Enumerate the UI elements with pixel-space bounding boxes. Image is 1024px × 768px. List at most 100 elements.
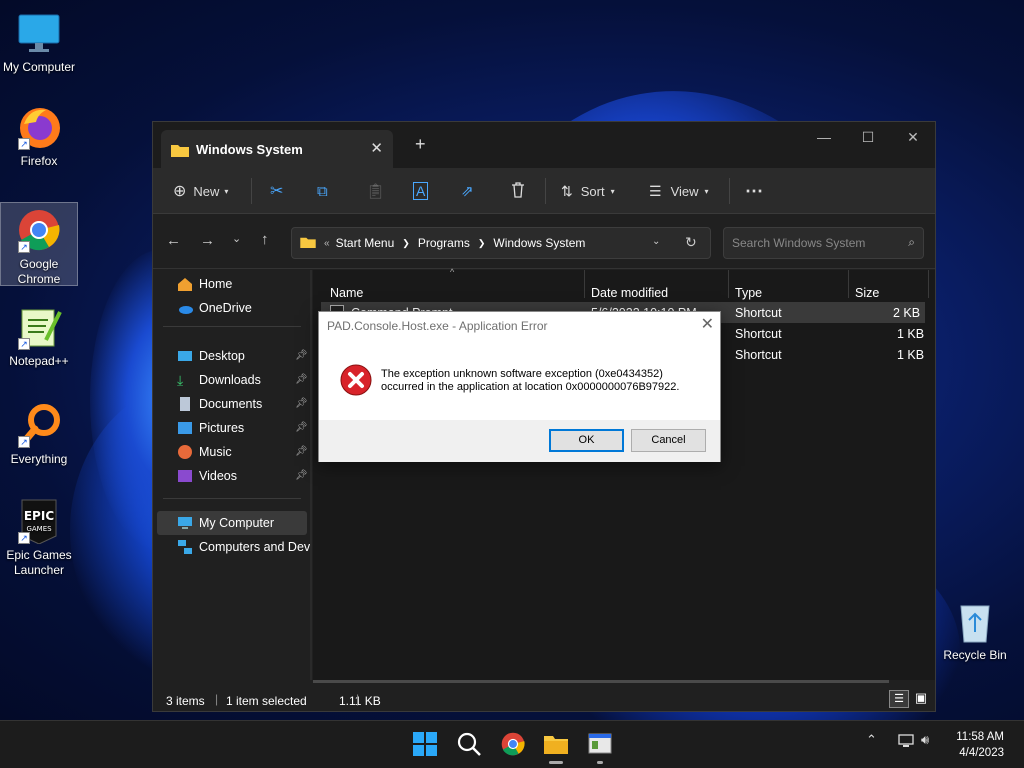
folder-icon	[300, 236, 316, 251]
breadcrumb-item[interactable]: Windows System	[493, 236, 585, 250]
ok-button[interactable]: OK	[549, 429, 624, 452]
dialog-close-icon[interactable]: ✕	[701, 314, 714, 334]
taskbar-app[interactable]	[587, 731, 615, 764]
volume-icon[interactable]: 🔊︎	[921, 733, 929, 748]
search-box[interactable]: Search Windows System ⌕	[723, 227, 924, 259]
sidebar-item-my-computer[interactable]: My Computer	[177, 513, 274, 533]
sidebar-item-pictures[interactable]: Pictures	[177, 418, 244, 438]
desktop-icon-recycle-bin[interactable]: Recycle Bin	[936, 594, 1014, 664]
search-button[interactable]	[456, 731, 484, 759]
sidebar-item-documents[interactable]: Documents	[177, 394, 262, 414]
video-icon	[177, 468, 193, 484]
shortcut-arrow-icon: ↗	[18, 338, 30, 350]
breadcrumb-item[interactable]: Programs	[418, 236, 470, 250]
desktop-folder-icon	[177, 348, 193, 364]
error-message-line: The exception unknown software exception…	[381, 368, 663, 380]
paste-button[interactable]: 📋︎	[366, 179, 385, 203]
cancel-button[interactable]: Cancel	[631, 429, 706, 452]
trash-icon	[510, 181, 526, 201]
title-bar[interactable]: Windows System ✕ + — ☐ ✕	[153, 122, 935, 168]
maximize-button[interactable]: ☐	[845, 126, 891, 156]
taskbar-file-explorer[interactable]	[543, 731, 571, 764]
recent-locations-chevron-icon[interactable]: ⌄	[232, 232, 241, 245]
desktop-icon-google-chrome[interactable]: ↗ Google Chrome	[0, 202, 78, 286]
pin-icon[interactable]: 📌︎	[295, 470, 308, 481]
close-window-button[interactable]: ✕	[890, 126, 936, 156]
desktop-icon-epic-games[interactable]: EPIC GAMES ↗ Epic Games Launcher	[0, 494, 78, 580]
chevron-right-icon: ❯	[477, 237, 486, 248]
rename-button[interactable]: A	[413, 179, 429, 203]
application-error-dialog[interactable]: PAD.Console.Host.exe - Application Error…	[318, 311, 721, 462]
sidebar-item-videos[interactable]: Videos	[177, 466, 237, 486]
copy-button[interactable]: ⧉	[317, 179, 328, 203]
desktop-icon-everything[interactable]: ↗ Everything	[0, 398, 78, 470]
overflow-chevron-icon[interactable]: «	[324, 238, 330, 249]
new-button-label: New	[193, 183, 220, 199]
desktop-icon-label: Firefox	[20, 154, 58, 168]
refresh-icon[interactable]: ↻	[685, 234, 697, 251]
address-dropdown-icon[interactable]: ⌄	[652, 236, 660, 247]
clock-time: 11:58 AM	[956, 731, 1004, 743]
desktop-icon-firefox[interactable]: ↗ Firefox	[0, 100, 78, 172]
delete-button[interactable]	[510, 179, 526, 203]
svg-text:EPIC: EPIC	[24, 509, 54, 523]
network-icon[interactable]	[898, 733, 914, 753]
forward-arrow-icon[interactable]: →	[200, 232, 215, 249]
minimize-button[interactable]: —	[801, 126, 847, 156]
back-arrow-icon[interactable]: ←	[166, 232, 181, 249]
horizontal-scrollbar[interactable]	[313, 680, 889, 683]
search-icon	[457, 732, 481, 756]
share-button[interactable]: ⇗	[461, 179, 474, 203]
sidebar-item-desktop[interactable]: Desktop	[177, 346, 245, 366]
more-options-button[interactable]: ⋯	[745, 179, 763, 203]
sidebar-item-home[interactable]: Home	[177, 274, 232, 294]
new-tab-button[interactable]: +	[415, 134, 426, 155]
up-arrow-icon[interactable]: ↑	[261, 231, 269, 248]
address-bar[interactable]: « Start Menu ❯ Programs ❯ Windows System…	[291, 227, 711, 259]
pane-splitter[interactable]	[310, 270, 312, 680]
copy-icon: ⧉	[317, 182, 328, 200]
column-divider[interactable]	[848, 270, 849, 298]
download-icon: ⤓	[177, 372, 184, 388]
file-size: 2 KB	[893, 306, 921, 320]
sidebar-item-onedrive[interactable]: OneDrive	[177, 298, 252, 318]
chevron-down-icon: ▾	[704, 186, 709, 196]
pin-icon[interactable]: 📌︎	[295, 398, 308, 409]
tiles-view-icon[interactable]: ▣	[913, 690, 929, 708]
file-size: 1 KB	[897, 348, 925, 362]
file-type: Shortcut	[735, 348, 782, 362]
file-size: 1 KB	[897, 327, 925, 341]
cut-button[interactable]: ✂	[270, 179, 283, 203]
pin-icon[interactable]: 📌︎	[295, 350, 308, 361]
view-button[interactable]: ☰ View ▾	[649, 179, 709, 203]
desktop-icon-my-computer[interactable]: My Computer	[0, 6, 78, 76]
sidebar-item-downloads[interactable]: ⤓ Downloads	[177, 370, 261, 390]
tab-windows-system[interactable]: Windows System ✕	[161, 130, 393, 168]
new-button[interactable]: ⊕ New ▾	[173, 179, 228, 203]
pin-icon[interactable]: 📌︎	[295, 446, 308, 457]
start-button[interactable]	[412, 731, 440, 759]
chevron-up-icon[interactable]: ⌃	[866, 733, 877, 748]
chrome-icon	[501, 732, 525, 756]
desktop-icon-label: Google Chrome	[17, 257, 61, 286]
desktop-icon-label: Epic Games Launcher	[6, 548, 72, 577]
taskbar-chrome[interactable]	[500, 731, 528, 759]
sidebar-item-computers-and-devices[interactable]: Computers and Devi	[177, 537, 310, 557]
breadcrumb-item[interactable]: Start Menu	[336, 236, 395, 250]
pin-icon[interactable]: 📌︎	[295, 374, 308, 385]
system-clock[interactable]: 11:58 AM 4/4/2023	[956, 729, 1004, 761]
monitor-icon	[177, 515, 193, 531]
sort-button[interactable]: ⇅ Sort ▾	[561, 179, 615, 203]
column-divider[interactable]	[928, 270, 929, 298]
close-tab-icon[interactable]: ✕	[370, 139, 383, 157]
file-type: Shortcut	[735, 327, 782, 341]
column-divider[interactable]	[728, 270, 729, 298]
details-view-icon[interactable]: ☰	[889, 690, 909, 708]
sidebar-item-music[interactable]: Music	[177, 442, 232, 462]
desktop-icon-notepad-plus-plus[interactable]: ↗ Notepad++	[0, 300, 78, 372]
folder-icon	[171, 143, 189, 160]
app-window-icon	[588, 733, 612, 754]
pin-icon[interactable]: 📌︎	[295, 422, 308, 433]
column-divider[interactable]	[584, 270, 585, 298]
toolbar-divider	[251, 178, 252, 204]
